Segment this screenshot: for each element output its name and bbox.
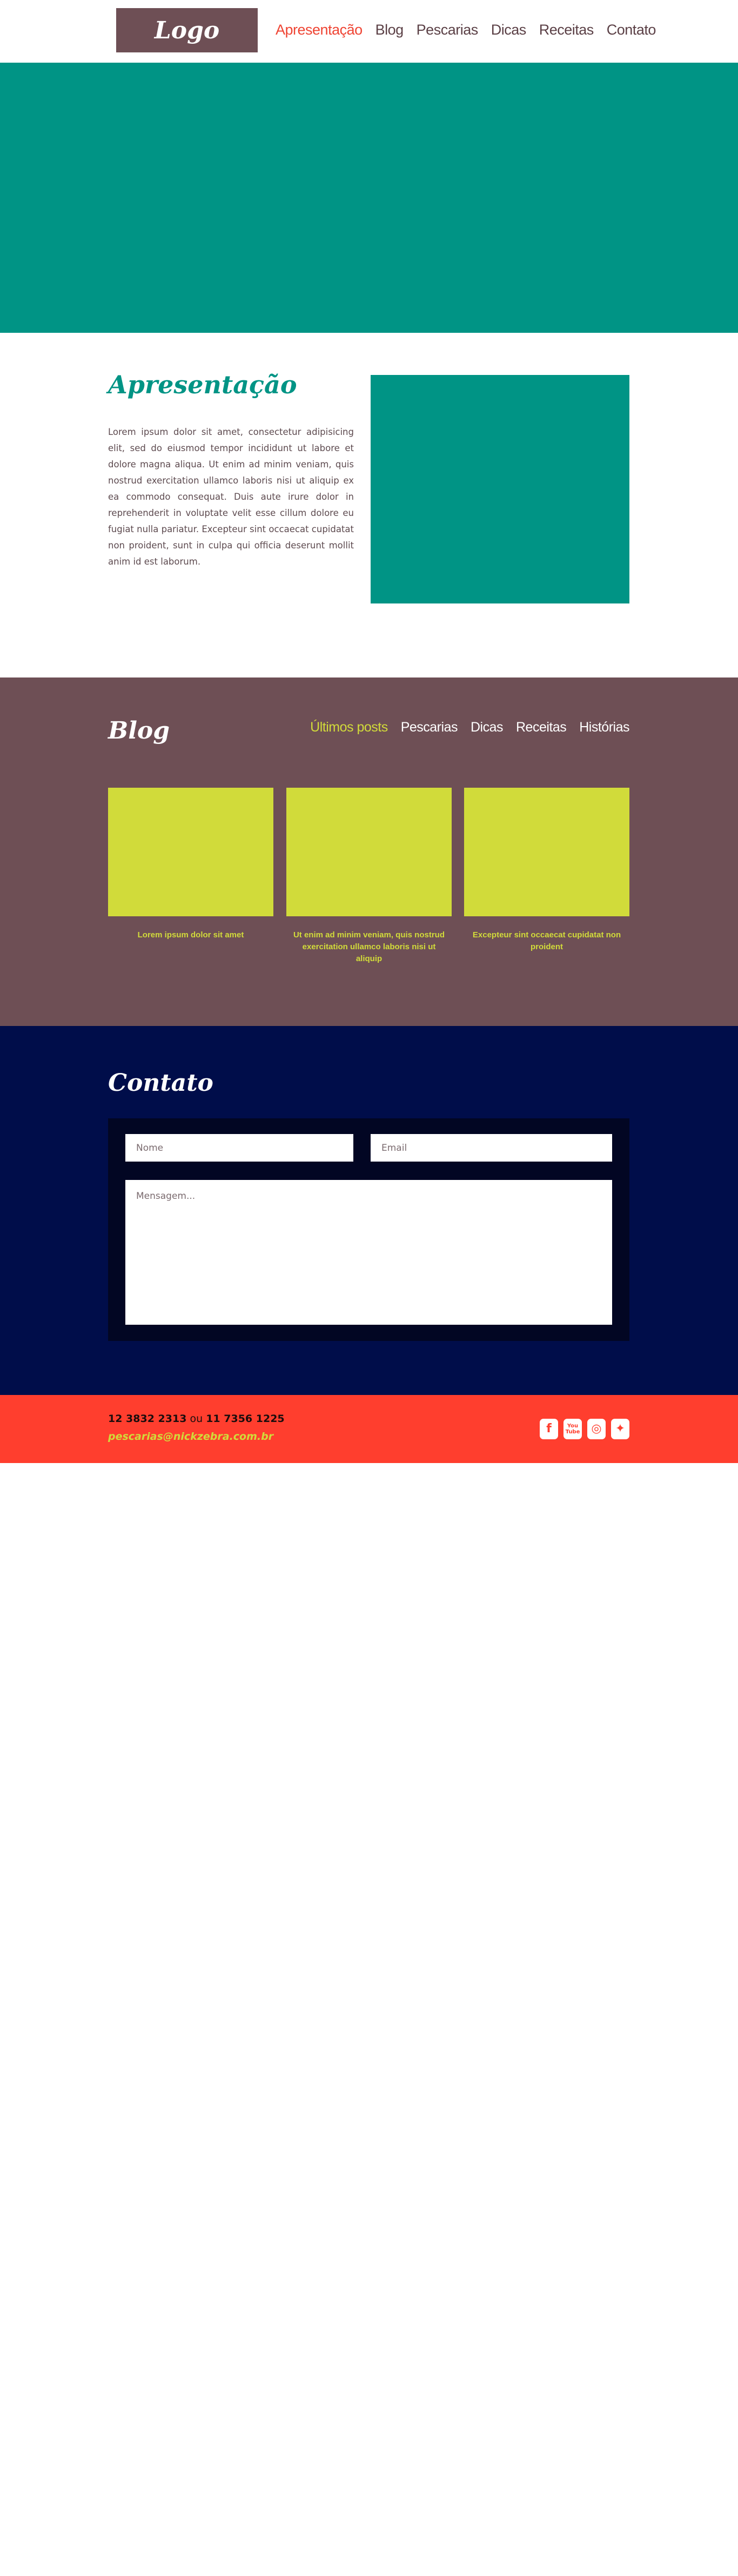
apresentacao-title: Apresentação bbox=[108, 370, 297, 399]
site-header: Logo Apresentação Blog Pescarias Dicas R… bbox=[0, 0, 738, 63]
nav-item-dicas[interactable]: Dicas bbox=[491, 22, 527, 38]
tab-dicas[interactable]: Dicas bbox=[471, 720, 504, 735]
youtube-icon[interactable]: You Tube bbox=[563, 1419, 582, 1439]
blog-card[interactable]: Excepteur sint occaecat cupidatat non pr… bbox=[464, 788, 629, 953]
blog-section: Blog Últimos posts Pescarias Dicas Recei… bbox=[0, 677, 738, 1026]
twitter-icon[interactable]: ✦ bbox=[611, 1419, 629, 1439]
logo-text: Logo bbox=[154, 16, 220, 44]
contato-title: Contato bbox=[108, 1069, 213, 1097]
blog-tabs: Últimos posts Pescarias Dicas Receitas H… bbox=[310, 720, 629, 735]
blog-card-caption[interactable]: Ut enim ad minim veniam, quis nostrud ex… bbox=[286, 929, 452, 965]
phone-2[interactable]: 11 7356 1225 bbox=[206, 1413, 284, 1425]
footer-email[interactable]: pescarias@nickzebra.com.br bbox=[108, 1431, 273, 1443]
instagram-icon[interactable]: ◎ bbox=[587, 1419, 606, 1439]
blog-card-image[interactable] bbox=[286, 788, 452, 916]
apresentacao-image bbox=[371, 375, 629, 603]
blog-card-caption[interactable]: Excepteur sint occaecat cupidatat non pr… bbox=[464, 929, 629, 953]
blog-card[interactable]: Lorem ipsum dolor sit amet bbox=[108, 788, 273, 941]
contato-section: Contato bbox=[0, 1026, 738, 1395]
blog-card-image[interactable] bbox=[108, 788, 273, 916]
name-field[interactable] bbox=[125, 1134, 353, 1162]
phone-separator: ou bbox=[190, 1413, 203, 1425]
social-links: f You Tube ◎ ✦ bbox=[540, 1419, 629, 1439]
blog-card-image[interactable] bbox=[464, 788, 629, 916]
email-field[interactable] bbox=[371, 1134, 612, 1162]
facebook-icon[interactable]: f bbox=[540, 1419, 558, 1439]
tab-historias[interactable]: Histórias bbox=[579, 720, 629, 735]
logo[interactable]: Logo bbox=[116, 8, 258, 52]
message-field[interactable] bbox=[125, 1180, 612, 1325]
nav-item-pescarias[interactable]: Pescarias bbox=[417, 22, 479, 38]
contact-form bbox=[108, 1118, 629, 1341]
nav-item-apresentacao[interactable]: Apresentação bbox=[276, 22, 363, 38]
blog-title: Blog bbox=[108, 717, 170, 744]
tab-ultimos-posts[interactable]: Últimos posts bbox=[310, 720, 388, 735]
nav-item-receitas[interactable]: Receitas bbox=[539, 22, 594, 38]
main-nav: Apresentação Blog Pescarias Dicas Receit… bbox=[276, 22, 656, 38]
phone-numbers: 12 3832 2313 ou 11 7356 1225 bbox=[108, 1413, 285, 1425]
tab-pescarias[interactable]: Pescarias bbox=[401, 720, 458, 735]
blog-card[interactable]: Ut enim ad minim veniam, quis nostrud ex… bbox=[286, 788, 452, 965]
nav-item-blog[interactable]: Blog bbox=[375, 22, 404, 38]
site-footer: 12 3832 2313 ou 11 7356 1225 pescarias@n… bbox=[0, 1395, 738, 1463]
apresentacao-text: Lorem ipsum dolor sit amet, consectetur … bbox=[108, 427, 354, 567]
phone-1[interactable]: 12 3832 2313 bbox=[108, 1413, 186, 1425]
tab-receitas[interactable]: Receitas bbox=[516, 720, 567, 735]
hero-banner bbox=[0, 63, 738, 333]
nav-item-contato[interactable]: Contato bbox=[607, 22, 656, 38]
blog-card-caption[interactable]: Lorem ipsum dolor sit amet bbox=[108, 929, 273, 941]
